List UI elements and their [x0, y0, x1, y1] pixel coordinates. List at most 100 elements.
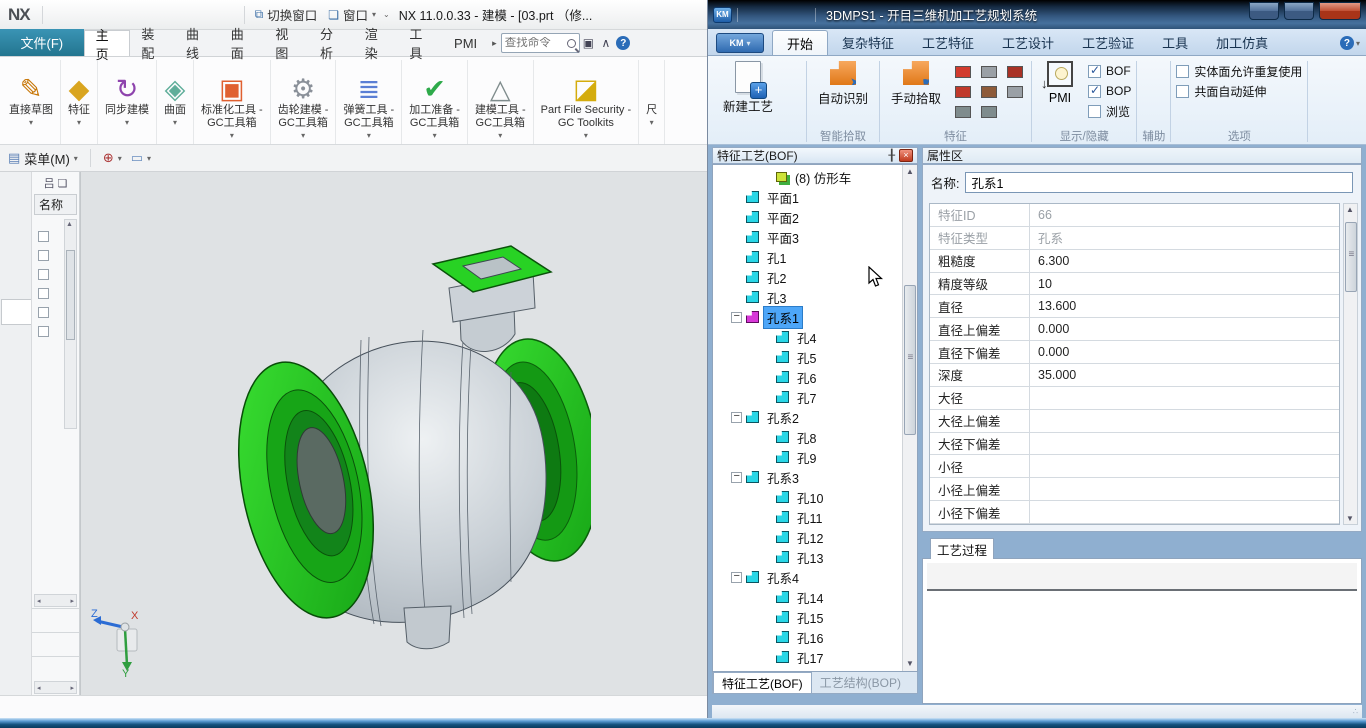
direct-sketch-group[interactable]: ✎ 直接草图 ▾ [2, 60, 61, 144]
property-row[interactable]: 特征ID 66 [930, 204, 1339, 227]
standard-tools-group[interactable]: ▣ 标准化工具 -GC工具箱 ▾ [194, 60, 271, 144]
assembly-navigator-icon[interactable] [1, 221, 31, 247]
close-panel-icon[interactable]: × [899, 149, 913, 162]
tab-overflow-icon[interactable]: ▸ [488, 38, 501, 49]
graphics-viewport[interactable]: Z X Y [80, 172, 707, 695]
option-checkbox[interactable]: 实体面允许重复使用 [1176, 61, 1302, 81]
close-button[interactable] [678, 5, 703, 24]
help-button[interactable]: ?▾ [1340, 36, 1360, 50]
internet-explorer-icon[interactable] [1, 377, 31, 403]
assist-command[interactable] [1142, 101, 1148, 121]
nx-ribbon-tab[interactable]: 分析 [309, 30, 354, 56]
km-ribbon-tab[interactable]: 复杂特征 [828, 30, 908, 55]
minimize-ribbon-icon[interactable]: ∧ [597, 32, 614, 54]
tree-item[interactable]: 孔16 [713, 627, 901, 647]
nx-ribbon-tab[interactable]: 工具 [398, 30, 443, 56]
property-row[interactable]: 精度等级 10 [930, 273, 1339, 296]
scroll-thumb[interactable] [1345, 222, 1357, 292]
measure-tools-icon[interactable] [1, 533, 31, 559]
tree-item[interactable]: 孔1 [713, 247, 901, 267]
property-row[interactable]: 特征类型 孔系 [930, 227, 1339, 250]
property-row[interactable]: 大径 [930, 387, 1339, 410]
display-checkbox[interactable]: BOP [1088, 81, 1131, 101]
pmi-button[interactable]: PMI [1037, 61, 1083, 105]
assist-command[interactable] [1142, 81, 1148, 101]
save-icon[interactable] [49, 5, 70, 25]
window-menu-button[interactable]: ❏窗口▾ [324, 4, 380, 26]
tree-item[interactable]: 孔13 [713, 547, 901, 567]
scroll-down-icon[interactable]: ▼ [1346, 514, 1354, 523]
property-row[interactable]: 小径 [930, 455, 1339, 478]
roles-gear-icon[interactable] [1, 182, 31, 208]
nx-ribbon-tab[interactable]: 主页 [84, 30, 131, 56]
constraint-navigator-icon[interactable] [1, 260, 31, 286]
boss-pair-feature-icon[interactable] [981, 66, 997, 78]
save-as-icon[interactable] [193, 5, 214, 25]
navigator-section[interactable] [32, 608, 79, 632]
tree-item[interactable]: 孔5 [713, 347, 901, 367]
groove-pair-feature-icon[interactable] [1007, 86, 1023, 98]
tree-item[interactable]: 孔3 [713, 287, 901, 307]
tree-item[interactable]: 平面1 [713, 187, 901, 207]
switch-window-button[interactable]: ⧉切换窗口 [251, 4, 322, 26]
nx-ribbon-tab[interactable]: 曲线 [175, 30, 220, 56]
display-checkbox[interactable]: 浏览 [1088, 101, 1131, 121]
child-minimize-button[interactable] [632, 37, 657, 56]
tree-item[interactable]: 孔15 [713, 607, 901, 627]
open-process-icon[interactable] [784, 62, 801, 77]
tree-item[interactable]: 孔7 [713, 387, 901, 407]
property-row[interactable]: 粗糙度 6.300 [930, 250, 1339, 273]
part-navigator-icon[interactable] [1, 299, 31, 325]
km-ribbon-tab[interactable]: 工艺验证 [1068, 30, 1148, 55]
tree-item[interactable]: 平面3 [713, 227, 901, 247]
gear-modeling-group[interactable]: ⚙ 齿轮建模 -GC工具箱 ▾ [271, 60, 337, 144]
option-checkbox[interactable]: 共面自动延伸 [1176, 81, 1302, 101]
new-process-button[interactable]: 新建工艺 [717, 61, 779, 115]
property-row[interactable]: 大径上偏差 [930, 410, 1339, 433]
child-close-button[interactable] [682, 37, 707, 56]
undo-icon[interactable] [73, 5, 94, 25]
tree-item[interactable]: 孔系1 [713, 307, 901, 327]
property-row[interactable]: 小径下偏差 [930, 501, 1339, 524]
tree-item[interactable]: 孔8 [713, 427, 901, 447]
navigator-column-header[interactable]: 名称 [34, 194, 77, 215]
km-ribbon-tab[interactable]: 工具 [1148, 30, 1202, 55]
tree-expander[interactable] [38, 307, 49, 318]
tree-expander[interactable] [38, 269, 49, 280]
nx-ribbon-tab[interactable]: 渲染 [354, 30, 399, 56]
tree-expander-icon[interactable] [731, 472, 742, 483]
property-row[interactable]: 直径 13.600 [930, 295, 1339, 318]
scroll-down-icon[interactable]: ▼ [903, 657, 917, 671]
tree-expander[interactable] [38, 250, 49, 261]
navigator-section[interactable] [32, 632, 79, 656]
scroll-thumb[interactable] [904, 285, 916, 435]
scroll-up-icon[interactable]: ▲ [903, 165, 917, 179]
restore-button[interactable] [1284, 2, 1314, 20]
tree-item[interactable]: 孔11 [713, 507, 901, 527]
km-ribbon-tab[interactable]: 工艺设计 [988, 30, 1068, 55]
tree-item[interactable]: 孔系2 [713, 407, 901, 427]
property-row[interactable]: 深度 35.000 [930, 364, 1339, 387]
tree-expander-icon[interactable] [731, 572, 742, 583]
qat-overflow-icon[interactable]: ⌄ [383, 10, 390, 19]
menu-button[interactable]: ▤菜单(M)▾ [8, 149, 78, 168]
navigator-hscrollbar[interactable]: ◂▸ [34, 681, 77, 694]
plane-face-feature-icon[interactable] [955, 106, 971, 118]
spring-tools-group[interactable]: ≣ 弹簧工具 -GC工具箱 ▾ [336, 60, 402, 144]
tree-expander[interactable] [38, 231, 49, 242]
tree-item[interactable]: 孔10 [713, 487, 901, 507]
close-button[interactable] [1319, 2, 1361, 20]
tree-expander-icon[interactable] [731, 412, 742, 423]
tree-item[interactable]: 孔系4 [713, 567, 901, 587]
reuse-library-icon[interactable] [1, 338, 31, 364]
help-icon[interactable]: ? [615, 32, 632, 54]
property-row[interactable]: 大径下偏差 [930, 433, 1339, 456]
scroll-up-icon[interactable]: ▲ [1346, 205, 1354, 214]
modeling-tools-group[interactable]: △ 建模工具 -GC工具箱 ▾ [468, 60, 534, 144]
machining-prep-group[interactable]: ✔ 加工准备 -GC工具箱 ▾ [402, 60, 468, 144]
tree-item[interactable]: (8) 仿形车 [713, 167, 901, 187]
tree-item[interactable]: 孔9 [713, 447, 901, 467]
hd3d-tools-icon[interactable] [1, 416, 31, 442]
copy-icon[interactable] [145, 5, 166, 25]
sync-modeling-group[interactable]: ↻ 同步建模 ▾ [98, 60, 157, 144]
